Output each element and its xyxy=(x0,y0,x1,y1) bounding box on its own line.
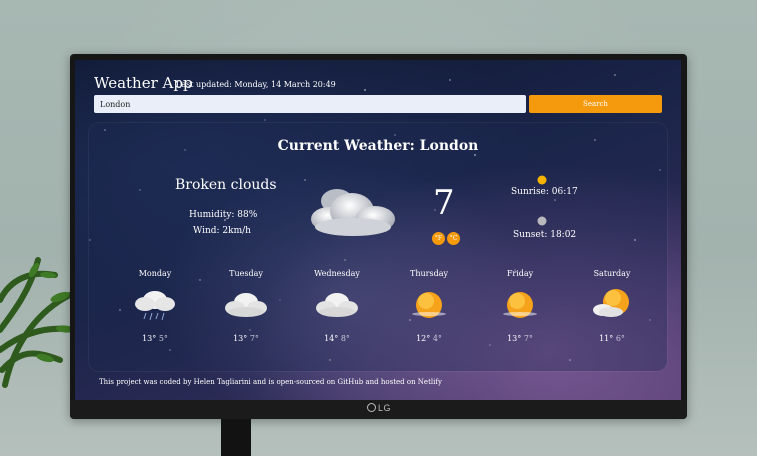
celsius-toggle[interactable]: °C xyxy=(447,232,460,245)
forecast-day-tuesday: Tuesday 13° 7° xyxy=(201,269,291,343)
forecast-temps: 11° 6° xyxy=(567,334,657,343)
fahrenheit-toggle[interactable]: °F xyxy=(432,232,445,245)
forecast-day-label: Friday xyxy=(506,269,534,278)
forecast-high: 13° xyxy=(507,334,522,343)
forecast-day-wednesday: Wednesday 14° 8° xyxy=(292,269,382,343)
forecast-temps: 13° 7° xyxy=(201,334,291,343)
broken-clouds-icon xyxy=(311,189,395,236)
forecast-day-label: Tuesday xyxy=(229,269,263,278)
forecast-row: Monday 13° 5° Tuesday 13° 7° Wednesday 1… xyxy=(89,269,667,359)
sunset-icon xyxy=(537,216,547,226)
weather-card: Current Weather: London Broken clouds Hu… xyxy=(89,123,667,371)
city-search-input[interactable] xyxy=(94,95,526,113)
search-button[interactable]: Search xyxy=(529,95,662,113)
forecast-high: 13° xyxy=(233,334,248,343)
forecast-high: 12° xyxy=(416,334,431,343)
forecast-low: 7° xyxy=(523,334,533,343)
app-screen: Weather App Last updated: Monday, 14 Mar… xyxy=(75,60,681,400)
plant-decoration xyxy=(0,257,78,388)
forecast-low: 4° xyxy=(432,334,442,343)
forecast-day-friday: Friday 13° 7° xyxy=(475,269,565,343)
forecast-day-label: Thursday xyxy=(410,269,448,278)
forecast-high: 13° xyxy=(142,334,157,343)
forecast-low: 5° xyxy=(158,334,168,343)
forecast-high: 14° xyxy=(324,334,339,343)
footer-credit: This project was coded by Helen Tagliari… xyxy=(99,378,442,386)
forecast-day-saturday: Saturday 11° 6° xyxy=(567,269,657,343)
partly-cloudy-icon xyxy=(593,289,629,317)
forecast-day-label: Wednesday xyxy=(314,269,360,278)
forecast-high: 11° xyxy=(599,334,614,343)
forecast-temps: 13° 7° xyxy=(475,334,565,343)
monitor-stand xyxy=(221,419,251,456)
forecast-low: 8° xyxy=(340,334,350,343)
current-weather-heading: Current Weather: London xyxy=(277,138,479,154)
forecast-low: 7° xyxy=(249,334,259,343)
forecast-day-monday: Monday 13° 5° xyxy=(110,269,200,343)
humidity-text: Humidity: 88% xyxy=(189,210,258,220)
forecast-day-label: Monday xyxy=(138,269,172,278)
forecast-temps: 13° 5° xyxy=(110,334,200,343)
brand-logo: LG xyxy=(367,403,391,413)
sun-icon xyxy=(412,292,446,318)
brand-label: LG xyxy=(378,403,392,413)
sunrise-text: Sunrise: 06:17 xyxy=(511,187,578,197)
forecast-low: 6° xyxy=(615,334,625,343)
rain-cloud-icon xyxy=(135,291,175,321)
forecast-day-thursday: Thursday 12° 4° xyxy=(384,269,474,343)
sunrise-icon xyxy=(537,175,547,185)
forecast-temps: 12° 4° xyxy=(384,334,474,343)
sun-icon xyxy=(503,292,537,318)
cloud-icon xyxy=(225,293,267,317)
wind-text: Wind: 2km/h xyxy=(193,226,251,236)
forecast-temps: 14° 8° xyxy=(292,334,382,343)
current-temperature: 7 xyxy=(433,183,455,223)
last-updated-text: Last updated: Monday, 14 March 20:49 xyxy=(176,80,336,89)
sunset-text: Sunset: 18:02 xyxy=(513,230,577,240)
weather-description: Broken clouds xyxy=(175,177,277,193)
forecast-day-label: Saturday xyxy=(593,269,631,278)
cloud-icon xyxy=(316,293,358,317)
